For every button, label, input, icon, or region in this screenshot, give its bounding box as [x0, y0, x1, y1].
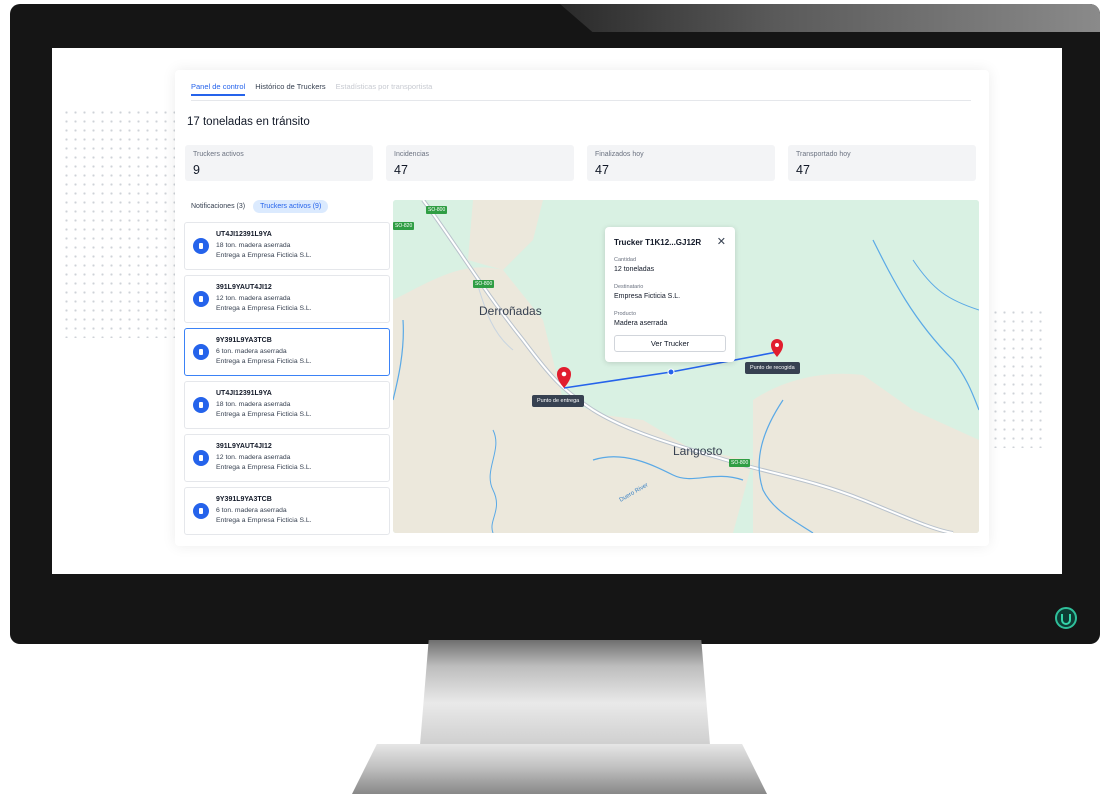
road-label: SO-820 — [393, 222, 415, 230]
trucker-load: 12 ton. madera aserrada — [216, 295, 291, 302]
dest-label: Destinatario — [614, 284, 644, 290]
trucker-id: 9Y391L9YA3TCB — [216, 337, 272, 344]
list-item[interactable]: UT4JI12391L9YA 18 ton. madera aserrada E… — [184, 381, 390, 429]
stat-label: Truckers activos — [193, 151, 244, 158]
list-item-selected[interactable]: 9Y391L9YA3TCB 6 ton. madera aserrada Ent… — [184, 328, 390, 376]
truck-icon — [193, 397, 209, 413]
truck-icon — [193, 291, 209, 307]
pickup-point-label: Punto de recogida — [745, 362, 800, 374]
road-label: SO-800 — [473, 280, 495, 288]
map-place-label: Derroñadas — [479, 304, 542, 318]
prod-value: Madera aserrada — [614, 320, 668, 327]
monitor-base — [352, 744, 767, 794]
dot-pattern-left — [62, 108, 182, 338]
truck-icon — [193, 450, 209, 466]
truck-icon — [193, 344, 209, 360]
trucker-destination: Entrega a Empresa Ficticia S.L. — [216, 411, 312, 418]
trucker-destination: Entrega a Empresa Ficticia S.L. — [216, 252, 312, 259]
page-title: 17 toneladas en tránsito — [187, 116, 310, 128]
delivery-point-label: Punto de entrega — [532, 395, 585, 407]
trucker-id: UT4JI12391L9YA — [216, 231, 272, 238]
stat-value: 47 — [796, 163, 810, 177]
trucker-id: 9Y391L9YA3TCB — [216, 496, 272, 503]
trucker-destination: Entrega a Empresa Ficticia S.L. — [216, 517, 312, 524]
stat-value: 9 — [193, 163, 200, 177]
tab-notificaciones[interactable]: Notificaciones (3) — [191, 203, 245, 210]
list-tabs: Notificaciones (3) Truckers activos (9) — [191, 200, 329, 213]
monitor-screen: Panel de control Histórico de Truckers E… — [52, 48, 1062, 574]
trucker-id: 391L9YAUT4JI12 — [216, 284, 272, 291]
dest-value: Empresa Ficticia S.L. — [614, 293, 681, 300]
road-label: SO-800 — [426, 206, 448, 214]
power-icon — [1055, 607, 1077, 629]
list-item[interactable]: UT4JI12391L9YA 18 ton. madera aserrada E… — [184, 222, 390, 270]
stat-label: Incidencias — [394, 151, 430, 158]
stat-transportado-hoy: Transportado hoy 47 — [788, 145, 976, 181]
truck-icon — [193, 238, 209, 254]
trucker-load: 6 ton. madera aserrada — [216, 507, 287, 514]
trucker-load: 6 ton. madera aserrada — [216, 348, 287, 355]
trucker-list[interactable]: UT4JI12391L9YA 18 ton. madera aserrada E… — [184, 222, 390, 546]
map-view[interactable]: SO-800 SO-820 SO-800 SO-800 Derroñadas L… — [393, 200, 979, 533]
trucker-destination: Entrega a Empresa Ficticia S.L. — [216, 464, 312, 471]
stat-value: 47 — [394, 163, 408, 177]
view-trucker-button[interactable]: Ver Trucker — [614, 335, 726, 352]
prod-label: Producto — [614, 311, 637, 317]
trucker-load: 18 ton. madera aserrada — [216, 401, 291, 408]
list-item[interactable]: 391L9YAUT4JI12 12 ton. madera aserrada E… — [184, 275, 390, 323]
qty-value: 12 toneladas — [614, 266, 655, 273]
road-label: SO-800 — [729, 459, 751, 467]
stat-incidencias: Incidencias 47 — [386, 145, 574, 181]
map-place-label: Langosto — [673, 444, 723, 458]
stat-value: 47 — [595, 163, 609, 177]
stat-finalizados-hoy: Finalizados hoy 47 — [587, 145, 775, 181]
qty-label: Cantidad — [614, 257, 637, 263]
monitor-neck — [420, 640, 710, 745]
dot-pattern-right — [982, 308, 1042, 448]
list-item[interactable]: 391L9YAUT4JI12 12 ton. madera aserrada E… — [184, 434, 390, 482]
trucker-id: 391L9YAUT4JI12 — [216, 443, 272, 450]
tab-estadisticas: Estadísticas por transportista — [335, 82, 433, 91]
popup-title: Trucker T1K12...GJ12R — [614, 238, 702, 247]
truck-icon — [193, 503, 209, 519]
tab-truckers-activos[interactable]: Truckers activos (9) — [253, 200, 329, 213]
stat-truckers-activos: Truckers activos 9 — [185, 145, 373, 181]
trucker-popup: Trucker T1K12...GJ12R ✕ Cantidad 12 tone… — [605, 227, 735, 362]
trucker-destination: Entrega a Empresa Ficticia S.L. — [216, 305, 312, 312]
tab-historico-truckers[interactable]: Histórico de Truckers — [255, 78, 325, 96]
trucker-id: UT4JI12391L9YA — [216, 390, 272, 397]
monitor-highlight — [560, 4, 1100, 32]
dashboard-card: Panel de control Histórico de Truckers E… — [175, 70, 989, 546]
trucker-load: 12 ton. madera aserrada — [216, 454, 291, 461]
close-icon[interactable]: ✕ — [717, 235, 726, 248]
trucker-destination: Entrega a Empresa Ficticia S.L. — [216, 358, 312, 365]
tab-panel-de-control[interactable]: Panel de control — [191, 78, 246, 96]
tab-bar: Panel de control Histórico de Truckers E… — [191, 78, 971, 101]
trucker-load: 18 ton. madera aserrada — [216, 242, 291, 249]
stat-label: Finalizados hoy — [595, 151, 644, 158]
stat-label: Transportado hoy — [796, 151, 851, 158]
list-item[interactable]: 9Y391L9YA3TCB 6 ton. madera aserrada Ent… — [184, 487, 390, 535]
